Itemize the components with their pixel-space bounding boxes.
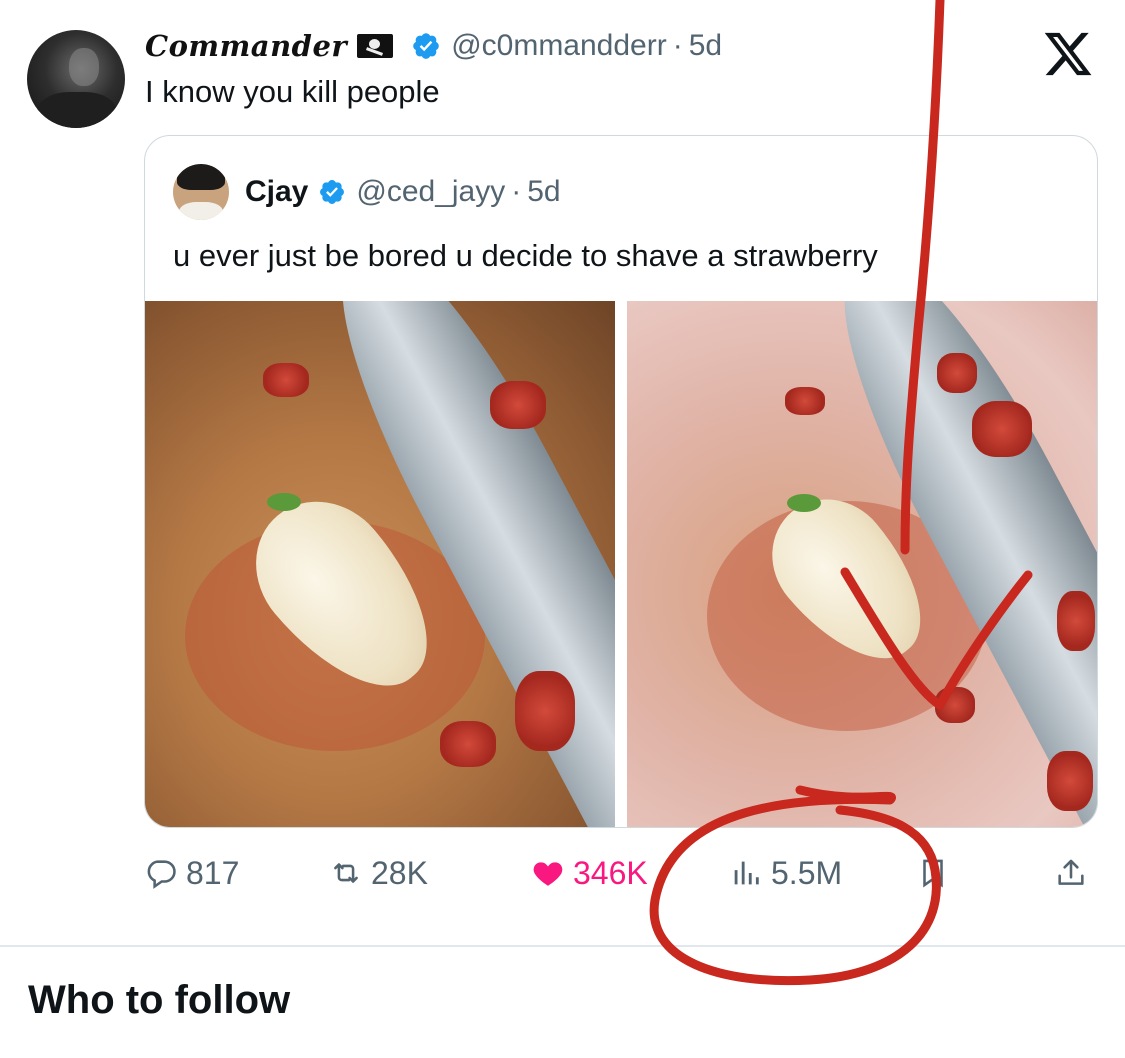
retweet-icon: [334, 863, 358, 883]
view-count: 5.5M: [771, 854, 843, 891]
section-divider: [0, 945, 1125, 947]
bookmark-icon: [923, 859, 943, 888]
strawberry-bit: [263, 363, 309, 397]
strawberry-bit: [935, 687, 975, 723]
quoted-author-avatar[interactable]: [173, 164, 229, 220]
tweet-time[interactable]: 5d: [689, 29, 722, 63]
verified-badge-icon[interactable]: [318, 178, 346, 206]
separator-dot: ·: [672, 29, 683, 62]
avatar-figure: [179, 202, 223, 220]
quoted-tweet-header: Cjay @ced_jayy · 5d: [245, 174, 561, 210]
tweet-actions: 817 28K 346K 5.5M: [144, 848, 1094, 898]
pirate-flag-icon: [357, 34, 394, 58]
strawberry-stem: [267, 493, 301, 511]
strawberry-bit: [1057, 591, 1095, 651]
who-to-follow-heading: Who to follow: [28, 978, 291, 1022]
avatar-figure: [37, 92, 117, 128]
reply-button[interactable]: 817: [144, 848, 239, 898]
tweet-text: I know you kill people: [145, 74, 440, 109]
strawberry-bit: [937, 353, 977, 393]
tweet[interactable]: Commander @c0mmandderr · 5d I know you k…: [0, 0, 1125, 945]
share-icon: [1058, 859, 1084, 885]
bookmark-button[interactable]: [916, 848, 958, 898]
strawberry-bit: [785, 387, 825, 415]
author-handle[interactable]: @c0mmandderr: [451, 29, 667, 63]
quoted-author-handle[interactable]: @ced_jayy: [356, 175, 505, 209]
separator-dot: ·: [511, 175, 522, 208]
avatar-highlight: [69, 48, 99, 86]
quoted-author-name[interactable]: Cjay: [245, 175, 308, 209]
strawberry-bit: [515, 671, 575, 751]
strawberry-bit: [490, 381, 546, 429]
tweet-header: Commander @c0mmandderr · 5d: [145, 28, 722, 64]
quoted-tweet-time[interactable]: 5d: [527, 175, 560, 209]
analytics-icon: [734, 861, 759, 885]
reply-icon: [147, 860, 176, 889]
heart-icon: [533, 862, 563, 886]
media-photo-left[interactable]: [145, 301, 615, 827]
media-photo-right[interactable]: [627, 301, 1097, 827]
strawberry-stem: [787, 494, 821, 512]
strawberry-bit: [1047, 751, 1093, 811]
quoted-tweet-text: u ever just be bored u decide to shave a…: [173, 238, 878, 273]
retweet-count: 28K: [371, 854, 428, 891]
author-avatar[interactable]: [27, 30, 125, 128]
author-name[interactable]: Commander: [145, 29, 347, 63]
like-button[interactable]: 346K: [531, 848, 648, 898]
like-count: 346K: [573, 854, 648, 891]
strawberry-bit: [972, 401, 1032, 457]
share-button[interactable]: [1054, 848, 1096, 898]
x-logo-icon[interactable]: [1040, 28, 1096, 80]
strawberry-bit: [440, 721, 496, 767]
reply-count: 817: [186, 854, 240, 891]
views-button[interactable]: 5.5M: [729, 848, 842, 898]
verified-badge-icon[interactable]: [411, 31, 441, 61]
media-grid: [145, 301, 1097, 827]
retweet-button[interactable]: 28K: [329, 848, 428, 898]
quoted-tweet[interactable]: Cjay @ced_jayy · 5d u ever just be bored…: [144, 135, 1098, 828]
avatar-hair: [177, 164, 225, 190]
